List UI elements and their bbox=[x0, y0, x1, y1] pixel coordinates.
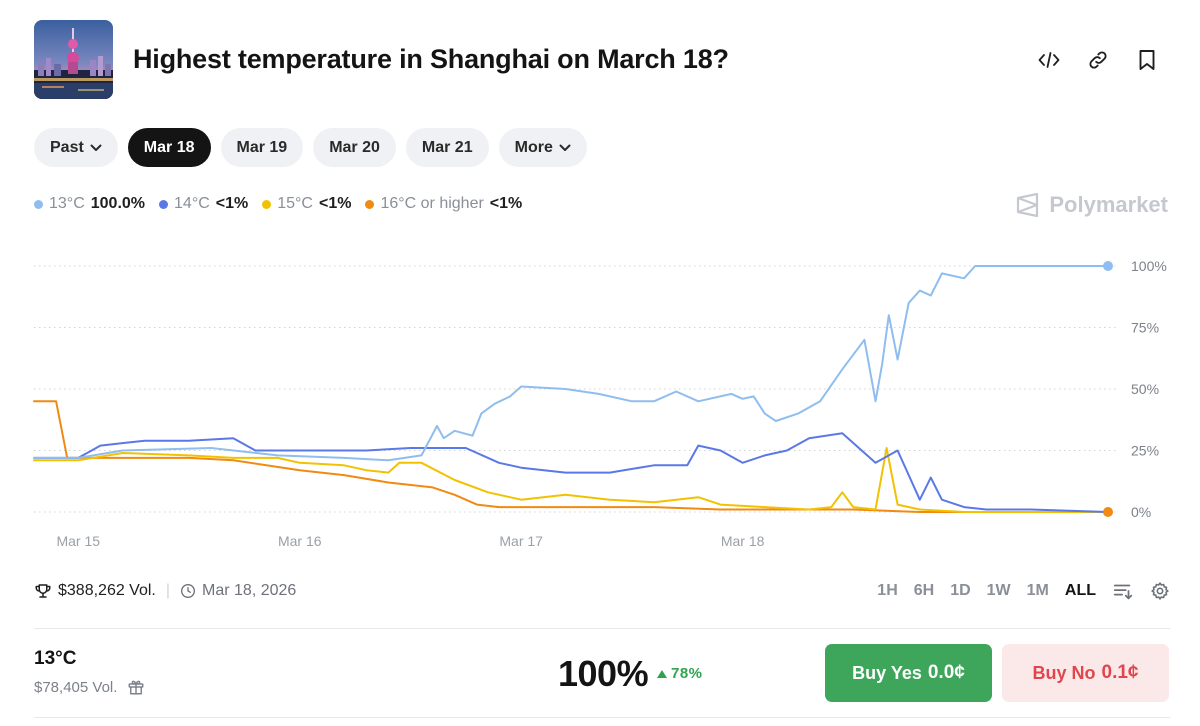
end-date: Mar 18, 2026 bbox=[202, 582, 297, 599]
market-stats: $388,262 Vol. | Mar 18, 2026 bbox=[34, 582, 296, 600]
legend-name: 13°C bbox=[49, 195, 85, 212]
tab-mar-18[interactable]: Mar 18 bbox=[127, 128, 211, 167]
legend-item[interactable]: 15°C <1% bbox=[262, 195, 351, 213]
stats-divider: | bbox=[165, 582, 171, 599]
embed-code-icon[interactable] bbox=[1036, 47, 1062, 73]
legend-value: <1% bbox=[215, 195, 249, 212]
legend-name: 15°C bbox=[277, 195, 313, 212]
section-divider bbox=[34, 628, 1170, 629]
clock-icon bbox=[181, 584, 196, 598]
x-tick-label: Mar 17 bbox=[499, 533, 543, 549]
range-6h[interactable]: 6H bbox=[914, 582, 934, 600]
range-1m[interactable]: 1M bbox=[1027, 582, 1049, 600]
y-tick-label: 25% bbox=[1131, 443, 1159, 459]
total-volume: $388,262 Vol. bbox=[58, 582, 156, 599]
chart-legend: 13°C 100.0% 14°C <1% 15°C <1% 16°C or hi… bbox=[34, 195, 522, 213]
gift-icon[interactable] bbox=[127, 678, 145, 696]
buy-no-button[interactable]: Buy No 0.1¢ bbox=[1002, 644, 1169, 702]
legend-dot bbox=[34, 199, 43, 209]
legend-dot bbox=[365, 199, 375, 209]
tab-mar-21[interactable]: Mar 21 bbox=[405, 128, 489, 167]
range-1h[interactable]: 1H bbox=[877, 582, 897, 600]
range-1d[interactable]: 1D bbox=[950, 582, 970, 600]
chevron-down-icon bbox=[559, 144, 571, 151]
y-tick-label: 100% bbox=[1131, 258, 1167, 274]
buy-no-price: 0.1¢ bbox=[1101, 662, 1139, 683]
x-tick-label: Mar 18 bbox=[721, 533, 765, 549]
chevron-down-icon bbox=[90, 144, 102, 151]
buy-no-label: Buy No bbox=[1032, 662, 1096, 683]
range-1w[interactable]: 1W bbox=[987, 582, 1011, 600]
range-all[interactable]: ALL bbox=[1065, 582, 1096, 600]
legend-value: <1% bbox=[318, 195, 352, 212]
legend-item[interactable]: 14°C <1% bbox=[159, 195, 248, 213]
filter-lines-icon[interactable] bbox=[1112, 580, 1134, 602]
legend-name: 16°C or higher bbox=[380, 195, 484, 212]
brand-name: Polymarket bbox=[1049, 192, 1168, 217]
trophy-icon bbox=[35, 584, 51, 598]
legend-value: 100.0% bbox=[90, 195, 146, 212]
polymarket-watermark: Polymarket bbox=[1015, 192, 1168, 218]
tab-label: Past bbox=[50, 138, 84, 156]
tab-mar-20[interactable]: Mar 20 bbox=[313, 128, 396, 167]
x-tick-label: Mar 15 bbox=[56, 533, 100, 549]
buy-yes-price: 0.0¢ bbox=[927, 662, 965, 683]
legend-item[interactable]: 13°C 100.0% bbox=[34, 195, 145, 213]
price-history-chart[interactable]: 100% 75% 50% 25% 0% Mar 15 Mar 16 Mar 17 Mar 18 bbox=[0, 230, 1200, 560]
y-tick-label: 0% bbox=[1131, 504, 1151, 520]
legend-name: 14°C bbox=[174, 195, 210, 212]
x-tick-label: Mar 16 bbox=[278, 533, 322, 549]
market-title: Highest temperature in Shanghai on March… bbox=[133, 44, 729, 74]
outcome-name: 13°C bbox=[34, 648, 77, 669]
outcome-probability: 100% bbox=[558, 653, 649, 694]
tab-label: Mar 18 bbox=[143, 138, 195, 156]
section-divider bbox=[34, 717, 1170, 718]
probability-change: 78% bbox=[657, 665, 703, 682]
tab-mar-19[interactable]: Mar 19 bbox=[220, 128, 304, 167]
legend-dot bbox=[262, 199, 272, 209]
series-line bbox=[33, 432, 1109, 513]
buy-yes-button[interactable]: Buy Yes 0.0¢ bbox=[825, 644, 992, 702]
settings-gear-icon[interactable] bbox=[1150, 581, 1170, 601]
outcome-volume: $78,405 Vol. bbox=[34, 678, 118, 696]
legend-dot bbox=[159, 199, 169, 209]
tab-past[interactable]: Past bbox=[34, 128, 118, 167]
change-value: 78% bbox=[671, 665, 703, 682]
tab-label: Mar 21 bbox=[421, 138, 473, 156]
series-end-marker bbox=[1103, 507, 1113, 517]
tab-label: Mar 19 bbox=[236, 138, 288, 156]
polymarket-logo-icon bbox=[1017, 192, 1039, 218]
tab-label: More bbox=[514, 138, 553, 156]
y-tick-label: 50% bbox=[1131, 381, 1159, 397]
series-end-marker bbox=[1103, 261, 1113, 271]
legend-value: <1% bbox=[489, 195, 523, 212]
tab-more[interactable]: More bbox=[498, 128, 587, 167]
link-icon[interactable] bbox=[1085, 47, 1111, 73]
tab-label: Mar 20 bbox=[329, 138, 380, 156]
market-thumbnail bbox=[34, 20, 113, 99]
y-tick-label: 75% bbox=[1131, 320, 1159, 336]
up-triangle-icon bbox=[657, 669, 667, 678]
buy-yes-label: Buy Yes bbox=[852, 662, 922, 683]
date-tabs: Past Mar 18 Mar 19 Mar 20 Mar 21 More bbox=[34, 128, 587, 167]
time-range-selector: 1H 6H 1D 1W 1M ALL bbox=[877, 580, 1170, 602]
outcome-volume-row: $78,405 Vol. bbox=[34, 678, 145, 696]
bookmark-icon[interactable] bbox=[1134, 47, 1160, 73]
series-line bbox=[33, 265, 1109, 462]
legend-item[interactable]: 16°C or higher <1% bbox=[365, 195, 522, 213]
